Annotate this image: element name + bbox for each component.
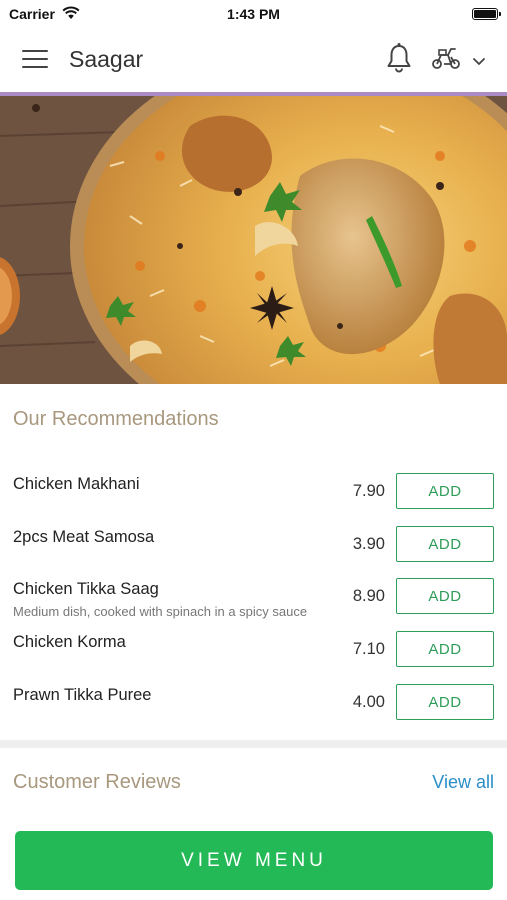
dish-price: 7.90: [352, 482, 385, 500]
bell-icon[interactable]: [385, 42, 413, 79]
view-menu-button[interactable]: VIEW MENU: [15, 831, 493, 890]
dish-name: 2pcs Meat Samosa: [13, 528, 155, 546]
add-button[interactable]: ADD: [396, 578, 494, 614]
dish-description: Medium dish, cooked with spinach in a sp…: [13, 604, 308, 619]
status-bar: Carrier 1:43 PM: [0, 0, 507, 28]
top-navigation-bar: Saagar: [0, 28, 507, 92]
battery-icon: [472, 8, 501, 20]
dish-price: 8.90: [352, 587, 385, 605]
list-item: Chicken Korma 7.10 ADD: [0, 624, 507, 676]
view-all-reviews-link[interactable]: View all: [432, 772, 494, 793]
dish-name: Chicken Korma: [13, 633, 126, 651]
list-item: Prawn Tikka Puree 4.00 ADD: [0, 677, 507, 729]
dish-name: Chicken Makhani: [13, 475, 140, 493]
scooter-icon[interactable]: [430, 45, 462, 76]
restaurant-title: Saagar: [69, 46, 144, 72]
dish-price: 3.90: [352, 535, 385, 553]
add-button[interactable]: ADD: [396, 526, 494, 562]
dish-price: 4.00: [352, 693, 385, 711]
reviews-section-title: Customer Reviews: [13, 771, 181, 793]
section-divider: [0, 740, 507, 748]
list-item: Chicken Tikka Saag Medium dish, cooked w…: [0, 571, 507, 623]
add-button[interactable]: ADD: [396, 473, 494, 509]
clock-time: 1:43 PM: [227, 6, 280, 22]
dish-name: Prawn Tikka Puree: [13, 686, 152, 704]
chevron-down-icon[interactable]: [472, 54, 486, 72]
recommendations-section-title: Our Recommendations: [13, 408, 219, 430]
add-button[interactable]: ADD: [396, 631, 494, 667]
list-item: Chicken Makhani 7.90 ADD: [0, 466, 507, 518]
list-item: 2pcs Meat Samosa 3.90 ADD: [0, 519, 507, 571]
hero-food-image: [0, 96, 507, 384]
dish-price: 7.10: [352, 640, 385, 658]
dish-name: Chicken Tikka Saag: [13, 580, 159, 598]
add-button[interactable]: ADD: [396, 684, 494, 720]
hamburger-menu-icon[interactable]: [22, 49, 48, 69]
